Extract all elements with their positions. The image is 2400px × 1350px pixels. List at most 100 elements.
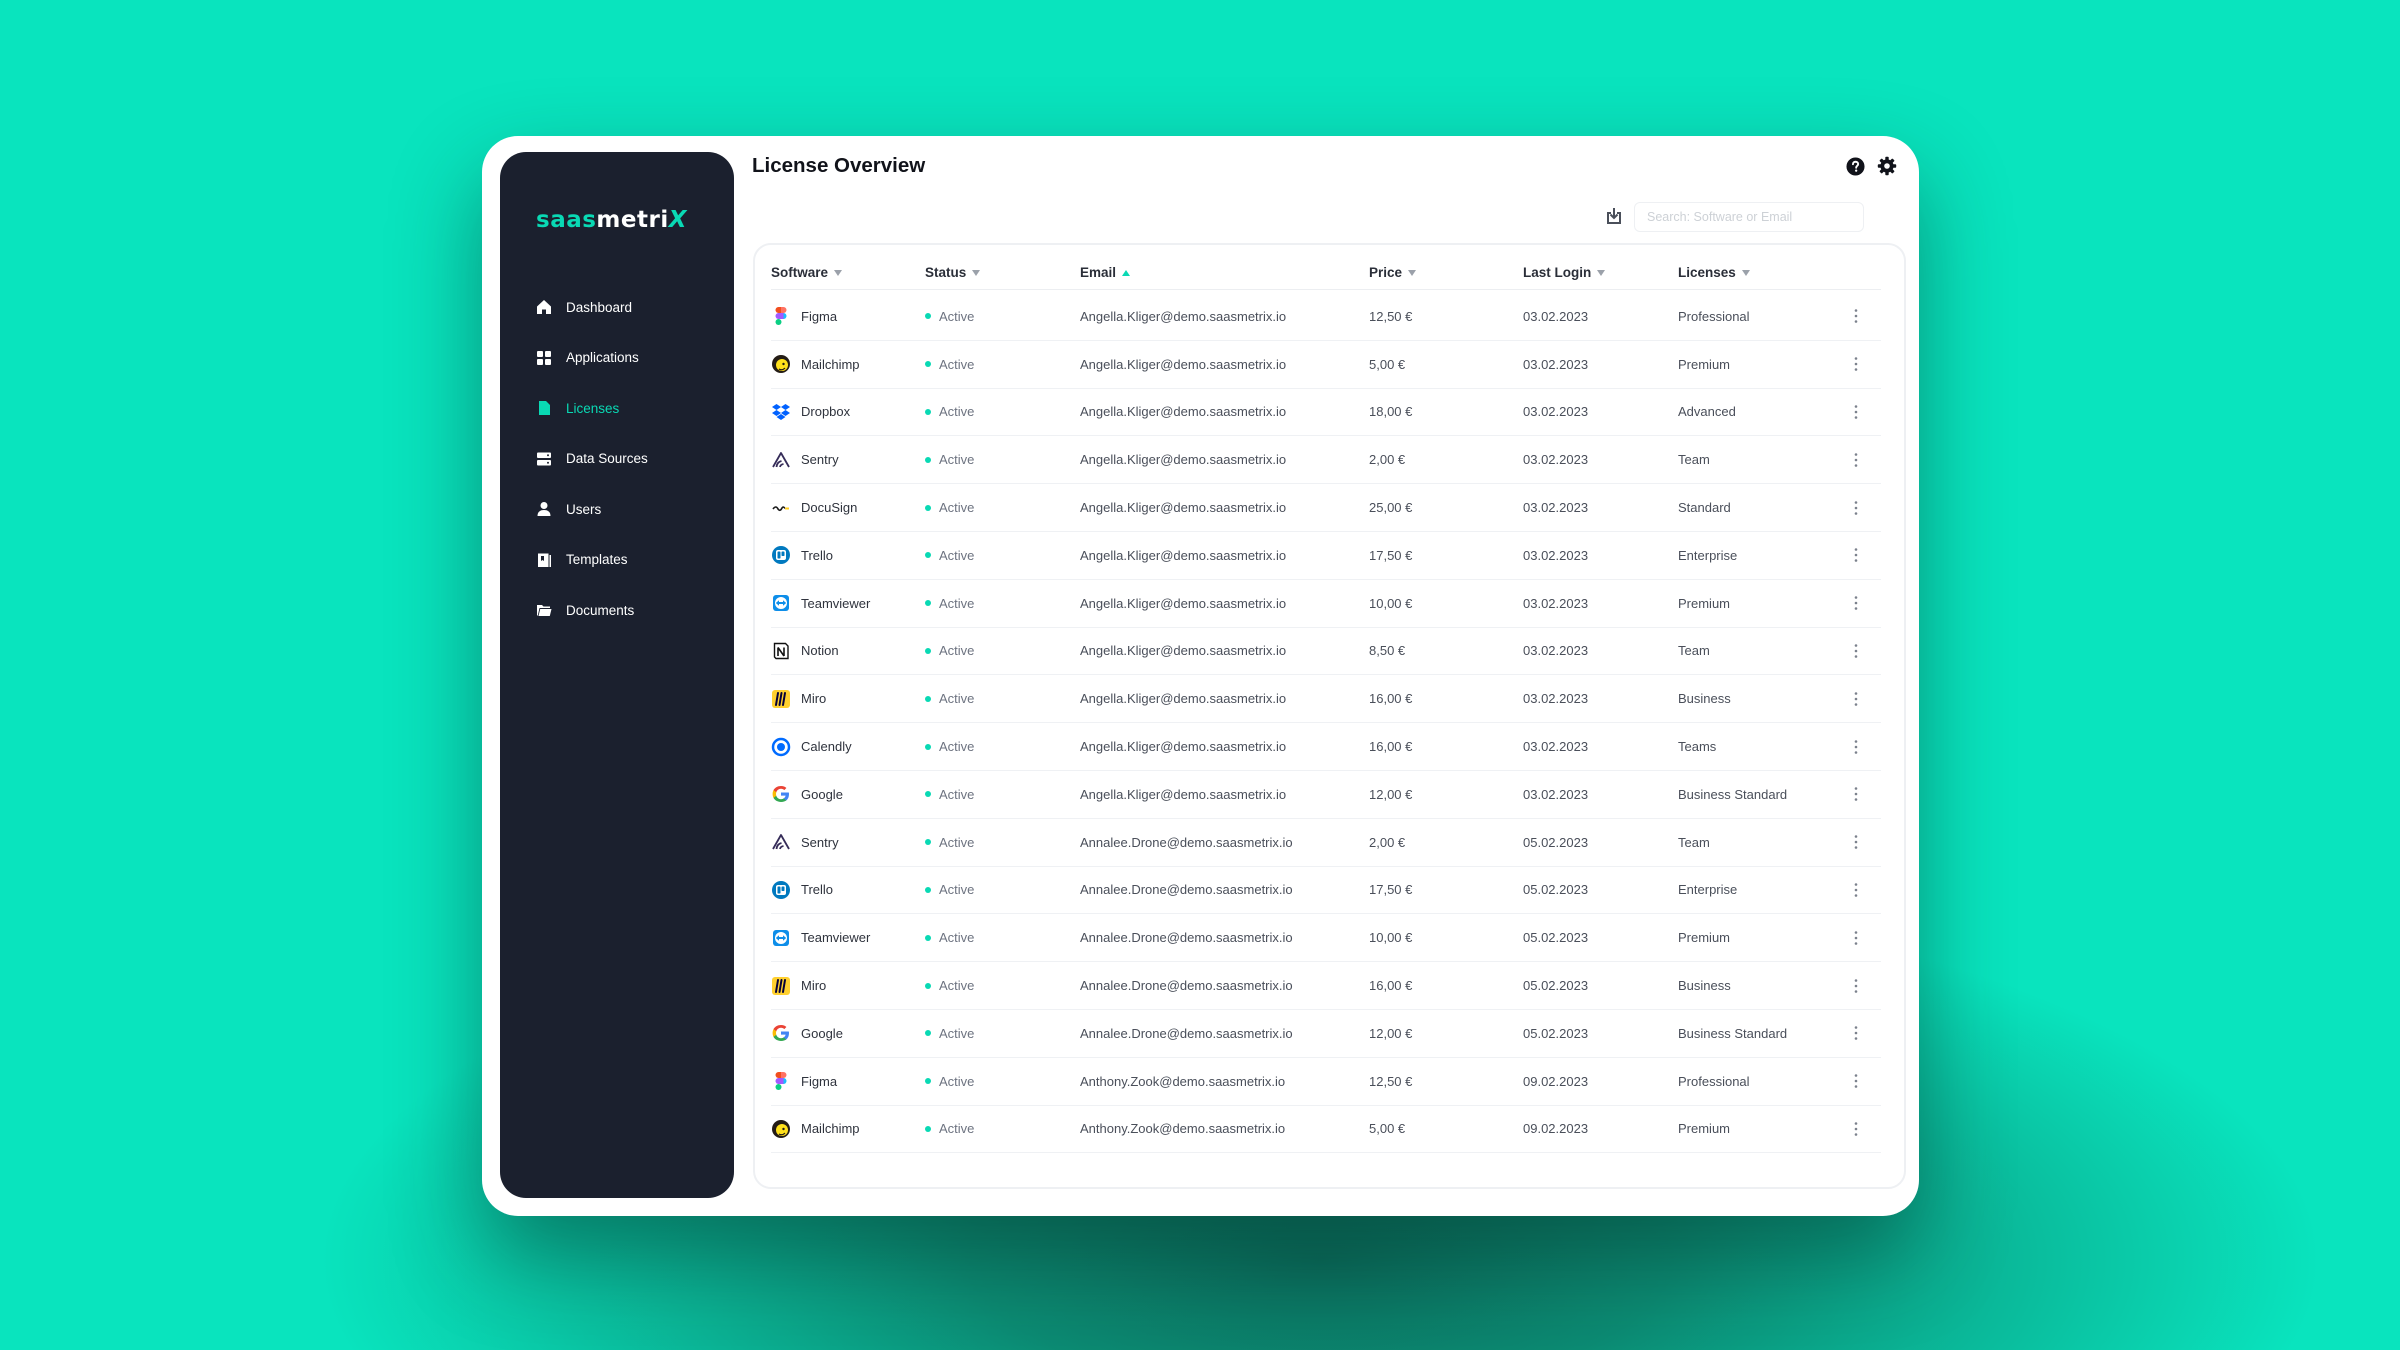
license-cell: Business Standard bbox=[1678, 1025, 1788, 1041]
status-text: Active bbox=[939, 978, 975, 994]
sidebar-item-documents[interactable]: Documents bbox=[536, 585, 726, 636]
price-cell: 12,00 € bbox=[1369, 786, 1413, 802]
table-row[interactable]: Figma Active Anthony.Zook@demo.saasmetrix.… bbox=[771, 1058, 1881, 1106]
last-login-cell: 03.02.2023 bbox=[1523, 452, 1589, 468]
status-cell: Active bbox=[925, 436, 974, 483]
status-dot-icon bbox=[925, 839, 931, 846]
status-cell: Active bbox=[925, 1106, 974, 1153]
row-menu-button[interactable] bbox=[1854, 484, 1858, 531]
last-login-cell: 03.02.2023 bbox=[1523, 691, 1589, 707]
status-text: Active bbox=[939, 356, 975, 372]
table-row[interactable]: Notion Active Angella.Kliger@demo.saasmetr… bbox=[771, 628, 1881, 676]
search-input[interactable] bbox=[1634, 202, 1864, 232]
table-row[interactable]: Figma Active Angella.Kliger@demo.saasmetri… bbox=[771, 293, 1881, 341]
table-row[interactable]: Miro Active Annalee.Drone@demo.saasmetrix.… bbox=[771, 962, 1881, 1010]
table-row[interactable]: Trello Active Angella.Kliger@demo.saasmetr… bbox=[771, 532, 1881, 580]
sort-down-icon bbox=[834, 269, 843, 276]
row-menu-button[interactable] bbox=[1854, 914, 1858, 961]
row-menu-button[interactable] bbox=[1854, 675, 1858, 722]
status-dot-icon bbox=[925, 886, 931, 893]
price-cell: 8,50 € bbox=[1369, 643, 1406, 659]
help-button[interactable] bbox=[1845, 156, 1865, 176]
row-menu-button[interactable] bbox=[1854, 1106, 1858, 1153]
table-row[interactable]: DocuSign Active Angella.Kliger@demo.saasme… bbox=[771, 484, 1881, 532]
settings-button[interactable] bbox=[1877, 156, 1897, 176]
last-login-cell: 05.02.2023 bbox=[1523, 978, 1589, 994]
row-menu-button[interactable] bbox=[1854, 436, 1858, 483]
sidebar-item-users[interactable]: Users bbox=[536, 484, 726, 535]
software-cell: Teamviewer bbox=[771, 914, 870, 961]
export-button[interactable] bbox=[1605, 207, 1623, 225]
table-row[interactable]: Teamviewer Active Annalee.Drone@demo.saasm… bbox=[771, 914, 1881, 963]
table-row[interactable]: Sentry Active Annalee.Drone@demo.saasmetri… bbox=[771, 819, 1881, 867]
sidebar-item-applications[interactable]: Applications bbox=[536, 333, 726, 384]
more-vertical-icon bbox=[1854, 787, 1858, 802]
email-cell: Angella.Kliger@demo.saasmetrix.io bbox=[1080, 404, 1287, 420]
status-dot-icon bbox=[925, 1030, 931, 1037]
license-cell: Enterprise bbox=[1678, 882, 1738, 898]
row-menu-button[interactable] bbox=[1854, 771, 1858, 818]
column-header-software[interactable]: Software bbox=[771, 265, 843, 280]
figma-icon bbox=[771, 1071, 791, 1091]
row-menu-button[interactable] bbox=[1854, 723, 1858, 770]
book-icon bbox=[538, 553, 551, 567]
sidebar-item-templates[interactable]: Templates bbox=[536, 535, 726, 586]
price-cell: 12,50 € bbox=[1369, 1073, 1413, 1089]
last-login-cell: 05.02.2023 bbox=[1523, 1025, 1589, 1041]
column-header-email[interactable]: Email bbox=[1080, 265, 1131, 280]
more-vertical-icon bbox=[1854, 978, 1858, 993]
price-cell: 16,00 € bbox=[1369, 978, 1413, 994]
more-vertical-icon bbox=[1854, 883, 1858, 897]
email-cell: Angella.Kliger@demo.saasmetrix.io bbox=[1080, 452, 1287, 468]
table-row[interactable]: Calendly Active Angella.Kliger@demo.saasme… bbox=[771, 723, 1881, 771]
email-cell: Angella.Kliger@demo.saasmetrix.io bbox=[1080, 643, 1287, 659]
table-row[interactable]: Google Active Annalee.Drone@demo.saasmetri… bbox=[771, 1010, 1881, 1058]
row-menu-button[interactable] bbox=[1854, 819, 1858, 866]
row-menu-button[interactable] bbox=[1854, 389, 1858, 436]
table-row[interactable]: Mailchimp Active Angella.Kliger@demo.saasm… bbox=[771, 341, 1881, 389]
last-login-cell: 03.02.2023 bbox=[1523, 356, 1589, 372]
row-menu-button[interactable] bbox=[1854, 867, 1858, 914]
software-name: Figma bbox=[801, 1073, 838, 1089]
sidebar-item-dashboard[interactable]: Dashboard bbox=[536, 282, 726, 333]
last-login-cell: 09.02.2023 bbox=[1523, 1121, 1589, 1137]
status-text: Active bbox=[939, 1025, 975, 1041]
table-row[interactable]: Dropbox Active Angella.Kliger@demo.saasmet… bbox=[771, 389, 1881, 437]
status-dot-icon bbox=[925, 1078, 931, 1085]
row-menu-button[interactable] bbox=[1854, 628, 1858, 675]
logo-part-3: X bbox=[668, 207, 687, 233]
table-row[interactable]: Mailchimp Active Anthony.Zook@demo.saasmet… bbox=[771, 1106, 1881, 1154]
row-menu-button[interactable] bbox=[1854, 532, 1858, 579]
email-cell: Annalee.Drone@demo.saasmetrix.io bbox=[1080, 834, 1293, 850]
status-text: Active bbox=[939, 404, 975, 420]
row-menu-button[interactable] bbox=[1854, 341, 1858, 388]
logo-part-1: saas bbox=[536, 207, 597, 233]
column-header-status[interactable]: Status bbox=[925, 265, 981, 280]
row-menu-button[interactable] bbox=[1854, 962, 1858, 1009]
table-row[interactable]: Trello Active Annalee.Drone@demo.saasmetri… bbox=[771, 867, 1881, 915]
software-cell: Trello bbox=[771, 867, 833, 914]
row-menu-button[interactable] bbox=[1854, 293, 1858, 340]
row-menu-button[interactable] bbox=[1854, 1010, 1858, 1057]
row-menu-button[interactable] bbox=[1854, 580, 1858, 627]
table-body: Figma Active Angella.Kliger@demo.saasmetri… bbox=[771, 293, 1881, 1154]
sidebar-item-licenses[interactable]: Licenses bbox=[536, 383, 726, 434]
help-icon bbox=[1845, 156, 1865, 176]
table-row[interactable]: Miro Active Angella.Kliger@demo.saasmetrix… bbox=[771, 675, 1881, 724]
row-menu-button[interactable] bbox=[1854, 1058, 1858, 1105]
price-cell: 17,50 € bbox=[1369, 882, 1413, 898]
column-header-price[interactable]: Price bbox=[1369, 265, 1417, 280]
email-cell: Angella.Kliger@demo.saasmetrix.io bbox=[1080, 547, 1287, 563]
sort-down-icon bbox=[1741, 269, 1750, 276]
status-dot-icon bbox=[925, 504, 931, 511]
software-cell: Calendly bbox=[771, 723, 852, 770]
docusign-icon bbox=[771, 498, 791, 518]
column-header-licenses[interactable]: Licenses bbox=[1678, 265, 1750, 280]
sidebar-item-label: Documents bbox=[566, 602, 635, 618]
server-icon bbox=[537, 452, 551, 466]
sidebar-item-data-sources[interactable]: Data Sources bbox=[536, 434, 726, 485]
table-row[interactable]: Sentry Active Angella.Kliger@demo.saasmetr… bbox=[771, 436, 1881, 485]
column-header-last-login[interactable]: Last Login bbox=[1523, 265, 1606, 280]
table-row[interactable]: Teamviewer Active Angella.Kliger@demo.saas… bbox=[771, 580, 1881, 628]
table-row[interactable]: Google Active Angella.Kliger@demo.saasmetr… bbox=[771, 771, 1881, 819]
